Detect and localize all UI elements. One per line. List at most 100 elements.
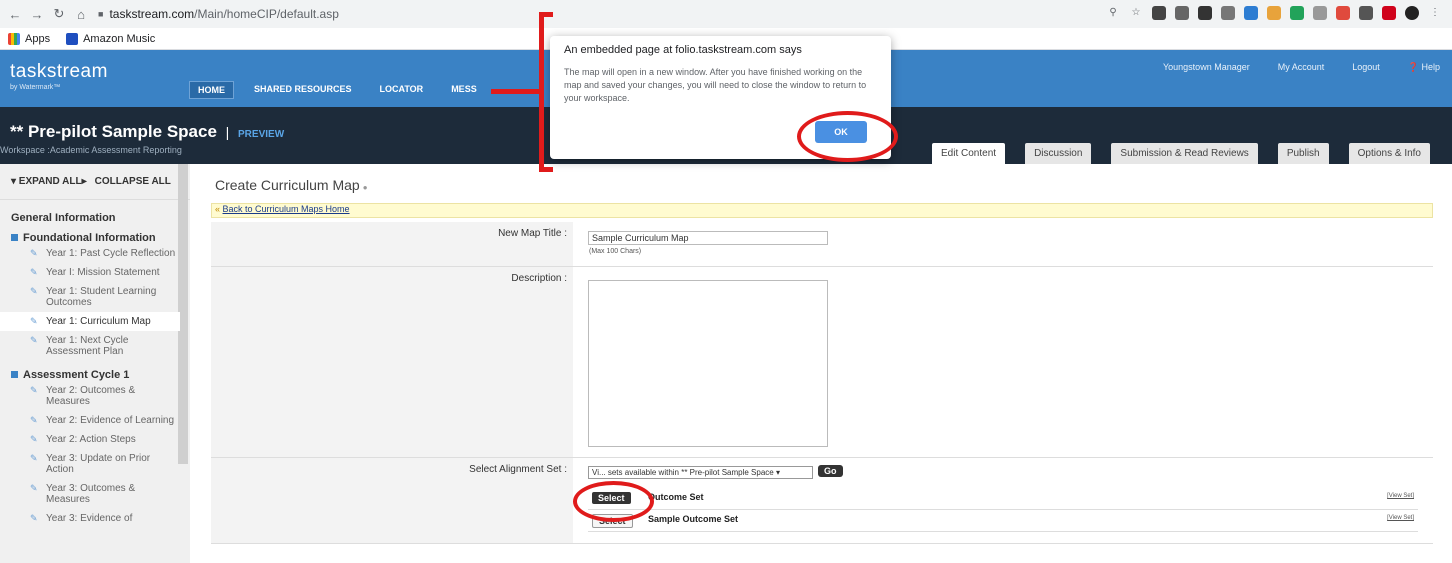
zoom-icon[interactable]: ⚲: [1106, 6, 1120, 20]
sidebar-item[interactable]: ✎ Year 2: Action Steps: [0, 430, 180, 449]
extension-icon[interactable]: [1267, 6, 1281, 20]
sidebar-item-label: Year 1: Student Learning Outcomes: [46, 286, 157, 308]
sidebar-section-foundational[interactable]: Foundational Information: [0, 224, 190, 244]
sidebar-general-information[interactable]: General Information: [0, 200, 190, 224]
sidebar-item[interactable]: ✎ Year 2: Outcomes & Measures: [0, 381, 180, 411]
sidebar-item[interactable]: ✎ Year 3: Update on Prior Action: [0, 449, 180, 479]
nav-messages[interactable]: MESS: [443, 81, 485, 99]
nav-home[interactable]: HOME: [189, 81, 234, 99]
extension-icon[interactable]: [1244, 6, 1258, 20]
extension-icon[interactable]: [1152, 6, 1166, 20]
extension-icon[interactable]: [1290, 6, 1304, 20]
extension-icon[interactable]: [1221, 6, 1235, 20]
pencil-icon: ✎: [30, 267, 38, 277]
extension-icon[interactable]: [1198, 6, 1212, 20]
map-title-input[interactable]: Sample Curriculum Map: [588, 231, 828, 245]
collapse-all-button[interactable]: COLLAPSE ALL: [95, 176, 171, 187]
dialog-message: The map will open in a new window. After…: [564, 67, 867, 103]
url-path: /Main/homeCIP/default.asp: [194, 7, 339, 21]
sidebar-item[interactable]: ✎ Year 3: Evidence of: [0, 509, 180, 528]
sidebar: ▾ EXPAND ALL▸ COLLAPSE ALL General Infor…: [0, 164, 190, 563]
reload-icon[interactable]: ↻: [52, 6, 66, 22]
sidebar-item[interactable]: ✎ Year 1: Student Learning Outcomes: [0, 282, 180, 312]
workspace-title: ** Pre-pilot Sample Space | PREVIEW: [10, 122, 284, 142]
back-to-maps-link[interactable]: Back to Curriculum Maps Home: [223, 204, 350, 214]
collapse-square-icon: [11, 371, 18, 378]
tab-discussion[interactable]: Discussion: [1025, 143, 1092, 164]
sidebar-item-label: Year 2: Outcomes & Measures: [46, 385, 136, 407]
pinterest-icon[interactable]: [1382, 6, 1396, 20]
sidebar-item[interactable]: ✎ Year 1: Next Cycle Assessment Plan: [0, 331, 180, 361]
logout-link[interactable]: Logout: [1352, 62, 1380, 73]
star-icon[interactable]: ☆: [1129, 6, 1143, 20]
sidebar-item-label: Year 3: Outcomes & Measures: [46, 483, 136, 505]
tab-submission[interactable]: Submission & Read Reviews: [1111, 143, 1258, 164]
logo-text: taskstream: [10, 61, 108, 82]
taskstream-logo[interactable]: taskstream by Watermark™: [10, 61, 108, 91]
annotation-bracket-arm: [491, 89, 541, 94]
profile-avatar[interactable]: [1405, 6, 1419, 20]
tab-publish[interactable]: Publish: [1277, 143, 1329, 164]
info-dot-icon[interactable]: ●: [363, 183, 368, 192]
pencil-icon: ✎: [30, 385, 38, 395]
arrow-left-icon: «: [215, 204, 223, 214]
max-chars-hint: (Max 100 Chars): [589, 248, 642, 255]
logo-subtitle: by Watermark™: [10, 84, 61, 91]
extension-icon[interactable]: [1175, 6, 1189, 20]
extension-icon[interactable]: [1313, 6, 1327, 20]
extension-icons: ⚲ ☆ ⋮: [1106, 6, 1442, 20]
tab-options-info[interactable]: Options & Info: [1348, 143, 1430, 164]
back-bar: « Back to Curriculum Maps Home: [211, 203, 1433, 218]
my-account-link[interactable]: My Account: [1278, 62, 1325, 73]
preview-link[interactable]: PREVIEW: [238, 129, 284, 140]
map-title-label: New Map Title :: [211, 222, 573, 266]
sidebar-item[interactable]: ✎ Year I: Mission Statement: [0, 263, 180, 282]
sidebar-item-label: Year 3: Update on Prior Action: [46, 453, 151, 475]
dialog-title: An embedded page at folio.taskstream.com…: [564, 44, 802, 56]
bookmark-apps[interactable]: Apps: [8, 32, 50, 45]
address-bar[interactable]: ■ taskstream.com/Main/homeCIP/default.as…: [98, 7, 339, 21]
map-title-row: New Map Title : Sample Curriculum Map (M…: [211, 222, 1433, 267]
expand-all-button[interactable]: ▾ EXPAND ALL▸: [11, 176, 87, 187]
sidebar-item-label: Year 2: Action Steps: [46, 434, 136, 445]
browser-toolbar: ← → ↻ ⌂ ■ taskstream.com/Main/homeCIP/de…: [0, 0, 1452, 28]
user-name-link[interactable]: Youngstown Manager: [1163, 62, 1250, 73]
section-title: Assessment Cycle 1: [23, 369, 130, 381]
sidebar-item-curriculum-map[interactable]: ✎ Year 1: Curriculum Map: [0, 312, 180, 331]
pencil-icon: ✎: [30, 453, 38, 463]
pencil-icon: ✎: [30, 316, 38, 326]
workspace-tabs: Edit Content Discussion Submission & Rea…: [912, 143, 1430, 164]
view-set-link[interactable]: [View Set]: [1387, 515, 1414, 521]
menu-dots-icon[interactable]: ⋮: [1428, 6, 1442, 20]
amazon-music-icon: [66, 32, 79, 45]
annotation-bracket: [539, 12, 553, 172]
page-title: Create Curriculum Map ●: [215, 177, 368, 193]
back-arrow-icon[interactable]: ←: [8, 7, 22, 22]
sidebar-item[interactable]: ✎ Year 1: Past Cycle Reflection: [0, 244, 180, 263]
pencil-icon: ✎: [30, 335, 38, 345]
extension-icon[interactable]: [1336, 6, 1350, 20]
sidebar-item[interactable]: ✎ Year 2: Evidence of Learning: [0, 411, 180, 430]
description-textarea[interactable]: [588, 280, 828, 447]
annotation-circle-select: [573, 481, 654, 522]
sidebar-section-assessment-cycle[interactable]: Assessment Cycle 1: [0, 361, 190, 381]
help-link[interactable]: ❓ Help: [1408, 62, 1440, 73]
pencil-icon: ✎: [30, 286, 38, 296]
extension-icon[interactable]: [1359, 6, 1373, 20]
alignment-set-select[interactable]: Vi... sets available within ** Pre-pilot…: [588, 466, 813, 479]
bookmark-amazon-music[interactable]: Amazon Music: [66, 32, 155, 45]
tab-edit-content[interactable]: Edit Content: [932, 143, 1006, 164]
pencil-icon: ✎: [30, 483, 38, 493]
forward-arrow-icon[interactable]: →: [30, 7, 44, 22]
alignment-label: Select Alignment Set :: [211, 458, 573, 543]
nav-shared-resources[interactable]: SHARED RESOURCES: [246, 81, 360, 99]
go-button[interactable]: Go: [818, 465, 843, 477]
annotation-circle-ok: [797, 111, 898, 162]
nav-locator[interactable]: LOCATOR: [372, 81, 432, 99]
pencil-icon: ✎: [30, 248, 38, 258]
sidebar-item[interactable]: ✎ Year 3: Outcomes & Measures: [0, 479, 180, 509]
view-set-link[interactable]: [View Set]: [1387, 493, 1414, 499]
title-divider: |: [225, 124, 230, 140]
home-icon[interactable]: ⌂: [74, 7, 88, 22]
workspace-name: ** Pre-pilot Sample Space: [10, 122, 217, 141]
